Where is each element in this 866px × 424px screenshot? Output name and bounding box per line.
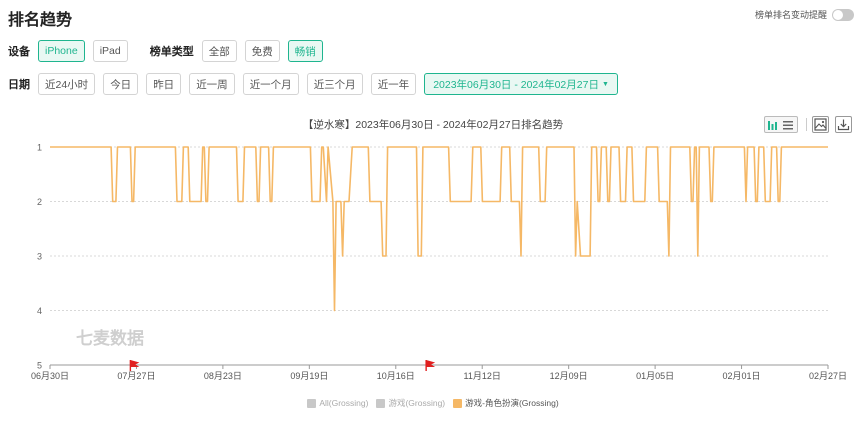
legend-item-all[interactable]: All(Grossing) bbox=[307, 397, 368, 409]
x-tick-label: 01月05日 bbox=[636, 371, 674, 381]
y-tick-label: 2 bbox=[37, 197, 42, 207]
legend-item-games[interactable]: 游戏(Grossing) bbox=[376, 397, 445, 409]
watermark: 七麦数据 bbox=[76, 328, 144, 349]
x-tick-label: 02月27日 bbox=[809, 371, 847, 381]
series-line-rpg-grossing bbox=[50, 146, 828, 312]
x-tick-label: 08月23日 bbox=[204, 371, 242, 381]
y-tick-label: 4 bbox=[37, 306, 42, 316]
y-tick-label: 5 bbox=[37, 361, 42, 371]
x-tick-label: 11月12日 bbox=[464, 371, 501, 381]
x-tick-label: 12月09日 bbox=[550, 371, 588, 381]
y-tick-label: 3 bbox=[37, 252, 42, 262]
x-tick-label: 02月01日 bbox=[723, 371, 761, 381]
rank-trend-chart: 1 2 3 4 506月30日 07月27日 08月23日 09月19日 10月16日 11月12… bbox=[31, 143, 847, 382]
event-flag-icon bbox=[130, 360, 140, 367]
x-tick-label: 10月16日 bbox=[377, 371, 415, 381]
chart-legend: All(Grossing) 游戏(Grossing) 游戏-角色扮演(Gross… bbox=[0, 397, 866, 409]
y-tick-label: 1 bbox=[37, 143, 42, 153]
x-tick-label: 07月27日 bbox=[117, 371, 155, 381]
x-tick-label: 09月19日 bbox=[290, 371, 328, 381]
x-tick-label: 06月30日 bbox=[31, 371, 69, 381]
legend-item-rpg[interactable]: 游戏-角色扮演(Grossing) bbox=[453, 397, 559, 409]
event-flag-icon bbox=[426, 360, 436, 367]
